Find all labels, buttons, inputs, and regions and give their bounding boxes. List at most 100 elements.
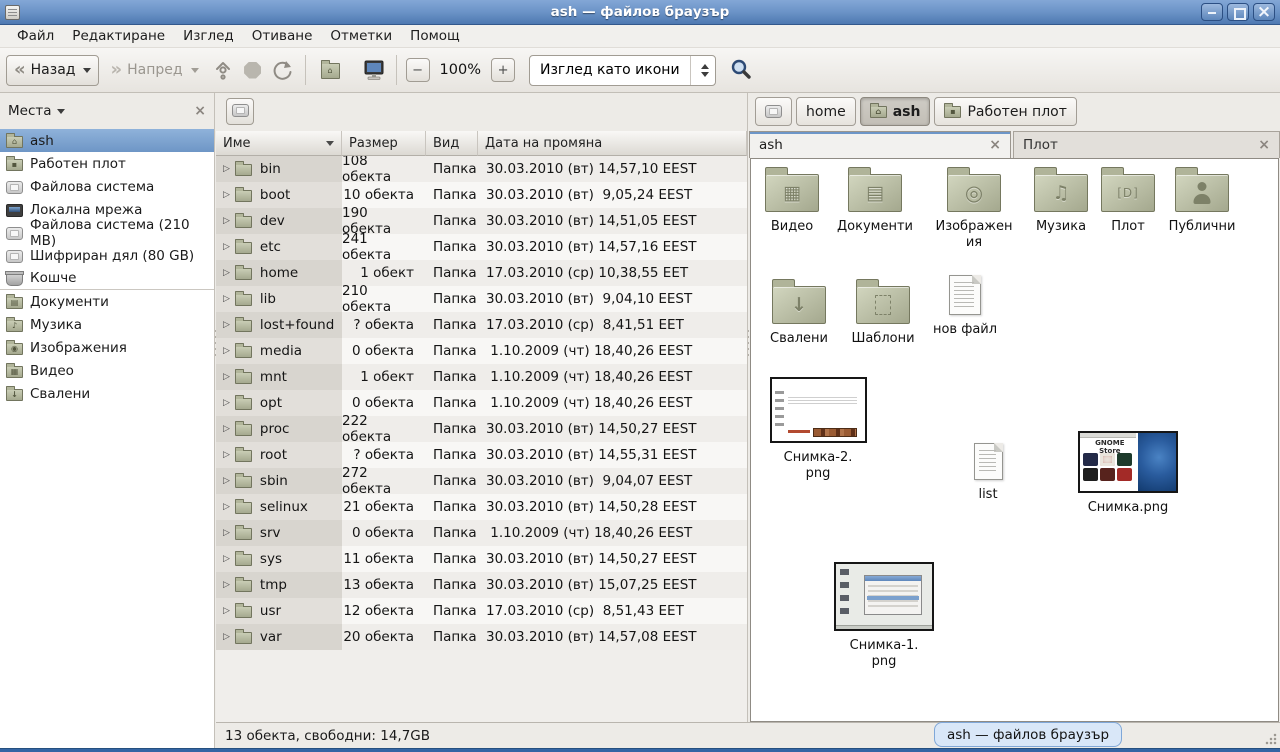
sidebar-item[interactable]: ash [0,129,214,152]
expander-icon[interactable]: ▷ [223,424,230,434]
table-row[interactable]: ▷ sbin 272 обекта Папка 30.03.2010 (вт) … [216,468,747,494]
table-row[interactable]: ▷ var 20 обекта Папка 30.03.2010 (вт) 14… [216,624,747,650]
sidebar-item[interactable]: Документи [0,290,214,313]
home-button[interactable] [321,57,347,83]
folder-documents[interactable]: Документи [835,165,915,235]
path-home-button[interactable]: home [796,97,856,126]
tab-plot[interactable]: Плот × [1013,131,1280,158]
table-row[interactable]: ▷ lib 210 обекта Папка 30.03.2010 (вт) 9… [216,286,747,312]
menu-item[interactable]: Отметки [321,26,401,46]
table-row[interactable]: ▷ proc 222 обекта Папка 30.03.2010 (вт) … [216,416,747,442]
sidebar-item[interactable]: Музика [0,313,214,336]
search-button[interactable] [728,57,754,83]
expander-icon[interactable]: ▷ [223,216,230,226]
taskbar-window-chip[interactable]: ash — файлов браузър [934,722,1122,747]
folder-downloads[interactable]: Свалени [765,277,833,347]
table-row[interactable]: ▷ usr 12 обекта Папка 17.03.2010 (ср) 8,… [216,598,747,624]
close-button[interactable] [1253,3,1275,21]
table-row[interactable]: ▷ home 1 обект Папка 17.03.2010 (ср) 10,… [216,260,747,286]
file-snimka-1-png[interactable]: Снимка-1.png [829,562,939,671]
folder-music[interactable]: Музика [1029,165,1093,235]
minimize-button[interactable] [1201,3,1223,21]
sidebar-item[interactable]: Кошче [0,267,214,290]
folder-video[interactable]: Видео [759,165,825,235]
file-snimka-2-png[interactable]: GUADEC Снимка-2.png [763,377,873,483]
file-list[interactable]: list [957,443,1019,503]
column-header-date[interactable]: Дата на промяна [478,131,747,156]
sidebar-item[interactable]: Работен плот [0,152,214,175]
back-button[interactable]: « Назад [6,55,99,86]
folder-templates[interactable]: Шаблони [849,277,917,347]
sidebar-item[interactable]: Файлова система (210 MB) [0,221,214,244]
path-root-button[interactable] [755,97,792,126]
table-row[interactable]: ▷ selinux 21 обекта Папка 30.03.2010 (вт… [216,494,747,520]
folder-public[interactable]: Публични [1165,165,1239,235]
zoom-in-button[interactable]: + [491,58,515,82]
expander-icon[interactable]: ▷ [223,450,230,460]
expander-icon[interactable]: ▷ [223,528,230,538]
table-row[interactable]: ▷ lost+found ? обекта Папка 17.03.2010 (… [216,312,747,338]
tab-close-icon[interactable]: × [989,137,1001,153]
sidebar-item[interactable]: Видео [0,359,214,382]
menu-item[interactable]: Отиване [243,26,322,46]
tab-ash[interactable]: ash × [749,131,1011,158]
table-row[interactable]: ▷ bin 108 обекта Папка 30.03.2010 (вт) 1… [216,156,747,182]
menu-item[interactable]: Редактиране [63,26,174,46]
sidebar-header-label[interactable]: Места [8,103,52,119]
sidebar-item[interactable]: Свалени [0,382,214,405]
root-drive-button[interactable] [226,98,254,125]
table-row[interactable]: ▷ mnt 1 обект Папка 1.10.2009 (чт) 18,40… [216,364,747,390]
zoom-out-button[interactable]: − [406,58,430,82]
table-row[interactable]: ▷ etc 241 обекта Папка 30.03.2010 (вт) 1… [216,234,747,260]
expander-icon[interactable]: ▷ [223,164,230,174]
column-header-type[interactable]: Вид [426,131,478,156]
expander-icon[interactable]: ▷ [223,580,230,590]
column-header-name[interactable]: Име [216,131,342,156]
expander-icon[interactable]: ▷ [223,372,230,382]
table-row[interactable]: ▷ tmp 13 обекта Папка 30.03.2010 (вт) 15… [216,572,747,598]
expander-icon[interactable]: ▷ [223,502,230,512]
table-row[interactable]: ▷ root ? обекта Папка 30.03.2010 (вт) 14… [216,442,747,468]
up-button[interactable] [210,57,236,83]
menu-item[interactable]: Файл [8,26,63,46]
forward-button[interactable]: » Напред [103,55,205,86]
resize-grip[interactable] [1265,733,1277,745]
sidebar-close-button[interactable]: × [194,103,206,119]
sidebar-item[interactable]: Изображения [0,336,214,359]
stop-button[interactable] [240,57,266,83]
reload-button[interactable] [270,57,296,83]
expander-icon[interactable]: ▷ [223,606,230,616]
view-mode-select[interactable]: Изглед като икони [529,55,716,86]
expander-icon[interactable]: ▷ [223,476,230,486]
table-row[interactable]: ▷ opt 0 обекта Папка 1.10.2009 (чт) 18,4… [216,390,747,416]
folder-desktop[interactable]: Плот [1101,165,1155,235]
expander-icon[interactable]: ▷ [223,632,230,642]
menu-item[interactable]: Помощ [401,26,469,46]
sidebar-item[interactable]: Шифриран дял (80 GB) [0,244,214,267]
computer-button[interactable] [361,57,387,83]
sidebar-item[interactable]: Файлова система [0,175,214,198]
folder-images[interactable]: Изображения [933,165,1015,252]
table-row[interactable]: ▷ boot 10 обекта Папка 30.03.2010 (вт) 9… [216,182,747,208]
table-row[interactable]: ▷ srv 0 обекта Папка 1.10.2009 (чт) 18,4… [216,520,747,546]
tab-close-icon[interactable]: × [1258,137,1270,153]
expander-icon[interactable]: ▷ [223,294,230,304]
path-desktop-button[interactable]: Работен плот [934,97,1076,126]
expander-icon[interactable]: ▷ [223,554,230,564]
expander-icon[interactable]: ▷ [223,190,230,200]
column-header-size[interactable]: Размер [342,131,426,156]
expander-icon[interactable]: ▷ [223,398,230,408]
expander-icon[interactable]: ▷ [223,268,230,278]
menu-item[interactable]: Изглед [174,26,243,46]
file-name: lost+found [260,317,334,333]
table-row[interactable]: ▷ dev 190 обекта Папка 30.03.2010 (вт) 1… [216,208,747,234]
file-new-file[interactable]: нов файл [931,275,999,338]
expander-icon[interactable]: ▷ [223,320,230,330]
path-ash-button[interactable]: ash [860,97,931,126]
expander-icon[interactable]: ▷ [223,346,230,356]
file-snimka-png[interactable]: GNOME Store Снимка.png [1067,431,1189,516]
expander-icon[interactable]: ▷ [223,242,230,252]
table-row[interactable]: ▷ sys 11 обекта Папка 30.03.2010 (вт) 14… [216,546,747,572]
maximize-button[interactable] [1227,3,1249,21]
table-row[interactable]: ▷ media 0 обекта Папка 1.10.2009 (чт) 18… [216,338,747,364]
